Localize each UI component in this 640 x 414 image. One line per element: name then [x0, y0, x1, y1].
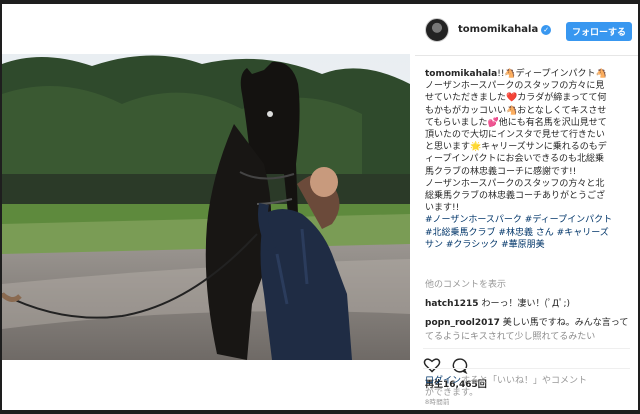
caption-line: せていただきました❤️カラダが締まってて何 [425, 93, 607, 104]
caption-line: います!! [425, 203, 460, 214]
comment: hatch1215 わーっ！凄い！(ﾟДﾟ;) [415, 290, 638, 309]
load-more-comments-link[interactable]: 他のコメントを表示 [415, 274, 638, 290]
caption-line: ノーザンホースパークのスタッフの方々に見 [425, 81, 605, 92]
login-link[interactable]: ログイン [425, 376, 461, 386]
hashtag-line[interactable]: #北総乗馬クラブ #林忠義 さん #キャリーズ [425, 227, 628, 239]
caption-line: ィープインパクトにお会いできるのも北総乗 [425, 154, 605, 165]
caption-line: 馬クラブの林忠義コーチに感謝です!! [425, 166, 577, 177]
comment-list: hatch1215 わーっ！凄い！(ﾟДﾟ;) popn_rool2017 美し… [415, 290, 638, 348]
header-username[interactable]: tomomikahala [458, 24, 538, 35]
hashtag-line[interactable]: #ノーザンホースパーク #ディープインパクト [425, 214, 628, 226]
caption-line: !!🐴ディープインパクト🐴 [497, 69, 607, 79]
login-prompt: ログインすると「いいね！」やコメント ができます。 [423, 368, 630, 399]
caption-username[interactable]: tomomikahala [425, 69, 497, 79]
post-sidebar: tomomikahala ✓ フォローする tomomikahala!!🐴ディー… [415, 4, 638, 410]
caption-line: てもらいました💕他にも有名馬を沢山見せて [425, 117, 607, 128]
comment-continuation: てるようにキスされて少し照れてるみたい [425, 332, 596, 342]
comment-username[interactable]: popn_rool2017 [425, 318, 500, 328]
caption-line: もかもがカッコいい🐴おとなしくてキスさせ [425, 105, 607, 116]
verified-badge-icon: ✓ [541, 24, 552, 35]
horse-photo-image [2, 54, 410, 360]
comment: popn_rool2017 美しい馬ですね。みんな言って [415, 309, 638, 328]
comment-text: 美しい馬ですね。みんな言って [502, 318, 629, 328]
caption-line: 頂いたので大切にインスタで見せて行きたい [425, 130, 605, 141]
post-photo[interactable] [2, 4, 410, 410]
comment-text: わーっ！凄い！(ﾟДﾟ;) [481, 299, 571, 309]
caption-line: ノーザンホースパークのスタッフの方々と北 [425, 178, 605, 189]
caption: tomomikahala!!🐴ディープインパクト🐴 ノーザンホースパークのスタッ… [415, 56, 638, 274]
login-prompt-text: すると「いいね！」やコメント [461, 376, 588, 386]
follow-button[interactable]: フォローする [565, 22, 632, 41]
instagram-post-frame: tomomikahala ✓ フォローする tomomikahala!!🐴ディー… [2, 4, 638, 410]
login-prompt-text-2: ができます。 [425, 388, 479, 398]
post-header: tomomikahala ✓ フォローする [415, 4, 638, 56]
caption-line: 総乗馬クラブの林忠義コーチありがとうござ [425, 191, 606, 202]
hashtag-line[interactable]: サン #クラシック #華原朋美 [425, 239, 628, 251]
avatar[interactable] [425, 17, 449, 42]
comment-username[interactable]: hatch1215 [425, 299, 479, 309]
caption-line: と思います🌟キャリーズサンに乗れるのもデ [425, 142, 607, 153]
